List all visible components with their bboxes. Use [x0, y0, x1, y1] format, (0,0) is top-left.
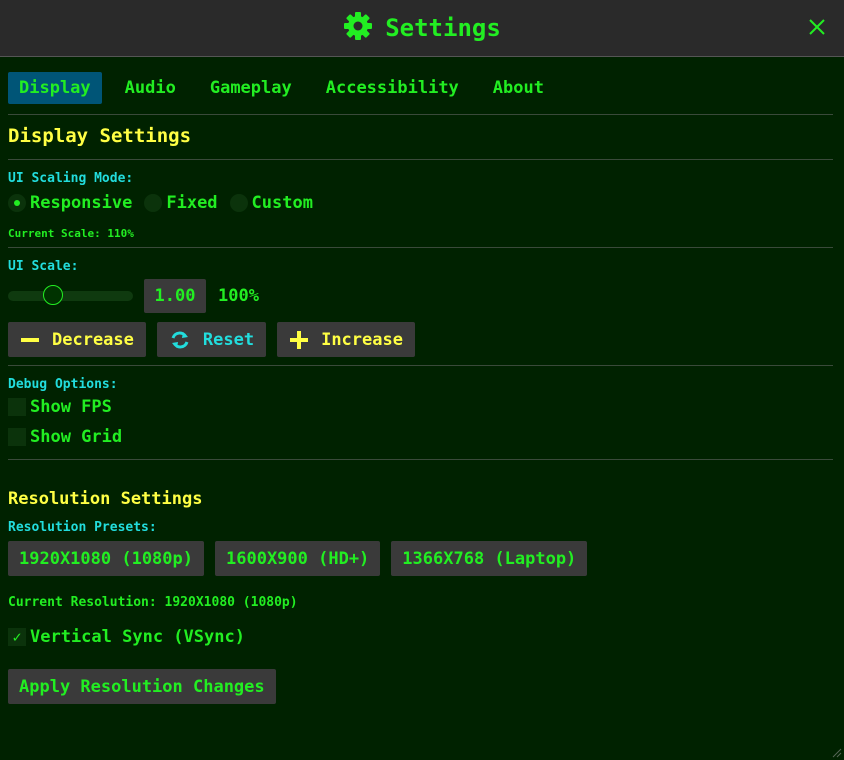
current-resolution-text: Current Resolution: 1920X1080 (1080p): [8, 595, 298, 610]
slider-thumb[interactable]: [43, 285, 63, 305]
apply-resolution-button[interactable]: Apply Resolution Changes: [8, 669, 276, 704]
increase-label: Increase: [321, 329, 403, 350]
reset-label: Reset: [202, 329, 255, 350]
title-group: Settings: [343, 11, 501, 45]
preset-laptop-button[interactable]: 1366X768 (Laptop): [391, 541, 588, 576]
divider: [8, 459, 833, 460]
scaling-mode-custom[interactable]: Custom: [229, 193, 313, 213]
tab-display[interactable]: Display: [8, 71, 102, 104]
settings-window: Settings Display Audio Gameplay Accessib…: [0, 0, 844, 760]
current-scale-text: Current Scale: 110%: [8, 227, 134, 240]
scale-buttons: Decrease Reset Increase: [0, 322, 844, 357]
scaling-mode-label: UI Scaling Mode:: [8, 171, 134, 186]
decrease-button[interactable]: Decrease: [8, 322, 146, 357]
tab-accessibility[interactable]: Accessibility: [315, 72, 470, 104]
ui-scale-input[interactable]: 1.00: [144, 279, 206, 313]
ui-scale-percent: 100%: [218, 286, 259, 306]
radio-button[interactable]: [144, 194, 163, 212]
resize-grip-icon[interactable]: [830, 746, 842, 758]
plus-icon: [290, 330, 309, 349]
divider: [8, 365, 833, 366]
display-settings-title: Display Settings: [8, 125, 192, 147]
scaling-mode-responsive[interactable]: Responsive: [8, 193, 132, 213]
gear-icon: [343, 11, 373, 45]
tab-about[interactable]: About: [482, 72, 555, 104]
decrease-label: Decrease: [52, 329, 134, 350]
radio-label: Custom: [251, 193, 313, 213]
resolution-presets-label: Resolution Presets:: [8, 520, 157, 535]
divider: [8, 159, 833, 160]
preset-hdplus-button[interactable]: 1600X900 (HD+): [215, 541, 381, 576]
divider: [8, 114, 833, 115]
ui-scale-label: UI Scale:: [8, 259, 79, 274]
checkbox[interactable]: [8, 428, 26, 446]
resolution-settings-title: Resolution Settings: [8, 489, 203, 509]
ui-scale-slider[interactable]: [8, 285, 133, 305]
reset-button[interactable]: Reset: [156, 322, 267, 357]
close-icon[interactable]: [806, 16, 828, 38]
refresh-icon: [171, 331, 189, 348]
tab-gameplay[interactable]: Gameplay: [199, 72, 303, 104]
resolution-presets: 1920X1080 (1080p) 1600X900 (HD+) 1366X76…: [0, 541, 844, 576]
tab-audio[interactable]: Audio: [114, 72, 187, 104]
radio-label: Responsive: [30, 193, 133, 213]
vsync-option[interactable]: ✓ Vertical Sync (VSync): [0, 622, 844, 652]
tab-bar: Display Audio Gameplay Accessibility Abo…: [0, 57, 844, 105]
checkbox[interactable]: ✓: [8, 628, 26, 646]
show-grid-option[interactable]: Show Grid: [0, 422, 844, 452]
radio-button[interactable]: [8, 194, 26, 212]
radio-button[interactable]: [229, 194, 248, 212]
scaling-mode-group: Responsive Fixed Custom: [0, 191, 844, 215]
radio-label: Fixed: [166, 193, 218, 213]
window-title: Settings: [385, 14, 501, 42]
title-bar: Settings: [0, 0, 844, 57]
increase-button[interactable]: Increase: [277, 322, 415, 357]
scaling-mode-fixed[interactable]: Fixed: [144, 193, 218, 213]
checkbox[interactable]: [8, 398, 26, 416]
debug-options-label: Debug Options:: [8, 377, 118, 392]
show-fps-label: Show FPS: [30, 397, 112, 417]
preset-1080p-button[interactable]: 1920X1080 (1080p): [8, 541, 204, 576]
show-grid-label: Show Grid: [30, 427, 123, 447]
show-fps-option[interactable]: Show FPS: [0, 392, 844, 422]
ui-scale-row: 1.00 100%: [0, 276, 844, 316]
divider: [8, 247, 833, 248]
close-button[interactable]: [806, 16, 828, 38]
vsync-label: Vertical Sync (VSync): [30, 627, 245, 647]
minus-icon: [21, 337, 39, 342]
